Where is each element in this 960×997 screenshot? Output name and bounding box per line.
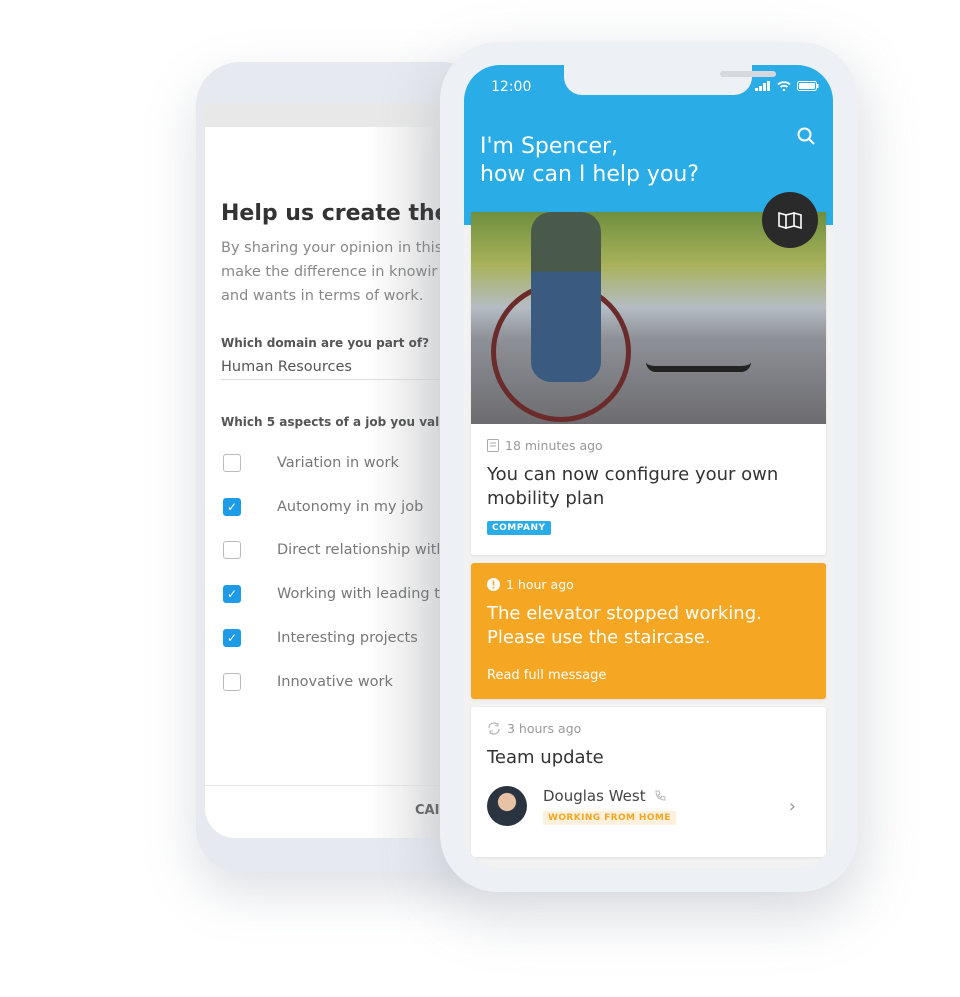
alert-time: 1 hour ago xyxy=(506,577,574,592)
person-name-row: Douglas West xyxy=(543,787,676,805)
map-icon xyxy=(778,211,802,229)
footer-divider xyxy=(205,785,475,786)
sync-icon xyxy=(488,722,500,735)
aspects-label: Which 5 aspects of a job you value xyxy=(221,415,456,429)
news-title: You can now configure your own mobility … xyxy=(487,464,779,509)
survey-description: By sharing your opinion in this make the… xyxy=(221,236,442,308)
domain-field[interactable]: Human Resources xyxy=(221,359,475,380)
aspect-option[interactable]: ✓ Working with leading t xyxy=(223,585,440,604)
alert-meta: 1 hour ago xyxy=(487,577,810,592)
alert-card[interactable]: 1 hour ago The elevator stopped working.… xyxy=(471,563,826,699)
aspect-option[interactable]: Innovative work xyxy=(223,672,393,691)
phone-icon[interactable] xyxy=(654,790,666,802)
status-time: 12:00 xyxy=(491,79,532,95)
signal-icon xyxy=(755,81,770,91)
chevron-right-icon[interactable]: › xyxy=(789,796,796,817)
option-label: Autonomy in my job xyxy=(277,498,424,515)
cancel-button[interactable]: CAI xyxy=(415,803,439,818)
speaker xyxy=(720,71,776,77)
survey-top-bar xyxy=(205,103,475,127)
read-full-message-link[interactable]: Read full message xyxy=(487,668,810,683)
aspect-option[interactable]: ✓ Autonomy in my job xyxy=(223,497,424,516)
alert-title-line: Please use the staircase. xyxy=(487,627,711,648)
status-icons xyxy=(755,81,819,91)
map-button[interactable] xyxy=(762,192,818,248)
person-info: Douglas West WORKING FROM HOME xyxy=(543,787,676,825)
news-photo xyxy=(471,212,826,424)
aspect-option[interactable]: Direct relationship witl xyxy=(223,541,441,560)
option-label: Innovative work xyxy=(277,673,393,690)
option-label: Direct relationship witl xyxy=(277,542,441,559)
scooter xyxy=(646,332,751,372)
checkbox[interactable] xyxy=(223,454,241,472)
checkbox[interactable]: ✓ xyxy=(223,628,241,647)
option-label: Variation in work xyxy=(277,455,399,471)
team-meta: 3 hours ago xyxy=(487,721,810,736)
battery-icon xyxy=(797,81,819,91)
news-body: 18 minutes ago You can now configure you… xyxy=(471,424,826,549)
aspect-option[interactable]: ✓ Interesting projects xyxy=(223,628,418,647)
status-badge: WORKING FROM HOME xyxy=(543,811,676,825)
notch xyxy=(564,65,776,95)
category-tag: COMPANY xyxy=(487,521,551,535)
person-name: Douglas West xyxy=(543,787,646,805)
checkbox[interactable] xyxy=(223,541,241,560)
description-line: and wants in terms of work. xyxy=(221,288,424,304)
search-icon[interactable] xyxy=(797,127,815,145)
option-label: Working with leading t xyxy=(277,586,440,603)
news-time: 18 minutes ago xyxy=(505,438,603,453)
survey-title: Help us create the xyxy=(221,201,450,226)
person-row[interactable]: Douglas West WORKING FROM HOME › xyxy=(487,786,810,826)
team-card[interactable]: 3 hours ago Team update Douglas West WOR… xyxy=(471,707,826,857)
alert-title: The elevator stopped working. Please use… xyxy=(487,602,810,650)
checkbox[interactable]: ✓ xyxy=(223,497,241,516)
survey-screen: Help us create the By sharing your opini… xyxy=(205,103,475,838)
cyclist xyxy=(531,212,601,382)
description-line: make the difference in knowir xyxy=(221,264,438,280)
app-screen: 12:00 I'm Spencer, how can I help you? 1… xyxy=(464,65,833,868)
domain-label: Which domain are you part of? xyxy=(221,336,430,350)
avatar xyxy=(487,786,527,826)
wifi-icon xyxy=(777,81,791,91)
aspect-option[interactable]: Variation in work xyxy=(223,454,399,472)
news-card[interactable]: 18 minutes ago You can now configure you… xyxy=(471,212,826,555)
checkbox[interactable] xyxy=(223,672,241,691)
team-time: 3 hours ago xyxy=(507,721,582,736)
option-label: Interesting projects xyxy=(277,629,418,646)
greeting: I'm Spencer, how can I help you? xyxy=(480,133,699,189)
checkbox[interactable]: ✓ xyxy=(223,585,241,604)
document-icon xyxy=(487,439,499,452)
news-meta: 18 minutes ago xyxy=(487,438,810,453)
greeting-line: how can I help you? xyxy=(480,162,700,187)
front-phone: 12:00 I'm Spencer, how can I help you? 1… xyxy=(440,42,858,892)
alert-icon xyxy=(487,578,500,591)
team-title: Team update xyxy=(487,747,604,768)
alert-title-line: The elevator stopped working. xyxy=(487,603,762,624)
greeting-line: I'm Spencer, xyxy=(480,134,619,159)
description-line: By sharing your opinion in this xyxy=(221,240,443,256)
